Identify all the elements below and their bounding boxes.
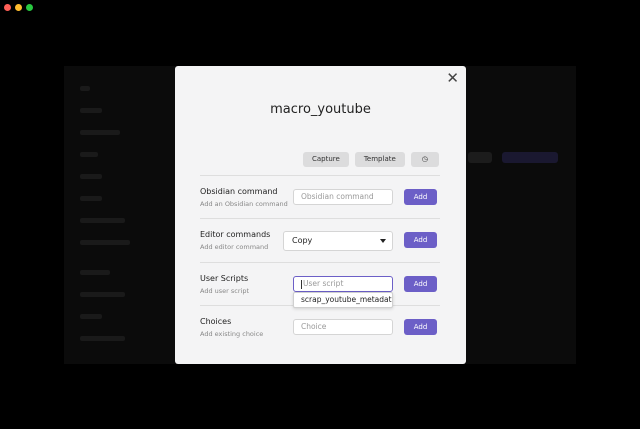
bg-decoration xyxy=(80,336,125,341)
choice-input[interactable]: Choice xyxy=(293,319,393,335)
bg-decoration xyxy=(80,174,102,179)
script-suggestion-item[interactable]: scrap_youtube_metadata xyxy=(293,292,393,308)
editor-commands-row: Editor commands Add editor command Copy … xyxy=(200,218,440,261)
row-description: Add existing choice xyxy=(200,330,264,338)
text-caret xyxy=(301,279,302,289)
choices-row: Choices Add existing choice Choice Add xyxy=(200,305,440,348)
bg-decoration xyxy=(80,130,120,135)
chevron-down-icon xyxy=(380,239,386,243)
obsidian-command-input[interactable]: Obsidian command xyxy=(293,189,393,205)
bg-decoration xyxy=(80,152,98,157)
select-value: Copy xyxy=(292,236,313,245)
bg-decoration xyxy=(502,152,558,163)
row-label: Editor commands xyxy=(200,230,271,239)
row-description: Add an Obsidian command xyxy=(200,200,288,208)
window-controls xyxy=(4,4,33,11)
close-window-button[interactable] xyxy=(4,4,11,11)
bg-decoration xyxy=(80,270,110,275)
modal-title: macro_youtube xyxy=(270,102,371,117)
bg-decoration xyxy=(80,218,125,223)
user-script-input[interactable]: User script xyxy=(293,276,393,292)
add-user-script-button[interactable]: Add xyxy=(404,276,437,292)
add-editor-command-button[interactable]: Add xyxy=(404,232,437,248)
obsidian-command-row: Obsidian command Add an Obsidian command… xyxy=(200,175,440,218)
row-label: User Scripts xyxy=(200,274,249,283)
bg-decoration xyxy=(468,152,492,163)
bg-decoration xyxy=(80,108,102,113)
tab-capture[interactable]: Capture xyxy=(303,152,349,167)
input-placeholder: User script xyxy=(303,279,344,288)
close-icon[interactable]: ✕ xyxy=(446,69,459,87)
row-description: Add user script xyxy=(200,287,250,295)
maximize-window-button[interactable] xyxy=(26,4,33,11)
tab-template[interactable]: Template xyxy=(354,152,405,167)
macro-settings-modal: ✕ macro_youtube Capture Template ◷ Obsid… xyxy=(175,66,466,364)
row-label: Obsidian command xyxy=(200,187,278,196)
clock-icon[interactable]: ◷ xyxy=(410,152,439,167)
add-obsidian-command-button[interactable]: Add xyxy=(404,189,437,205)
editor-command-select[interactable]: Copy xyxy=(283,231,393,251)
app-window: ✕ macro_youtube Capture Template ◷ Obsid… xyxy=(0,0,640,429)
bg-decoration xyxy=(80,314,102,319)
bg-decoration xyxy=(80,86,90,91)
bg-decoration xyxy=(80,292,125,297)
bg-decoration xyxy=(80,240,130,245)
bg-decoration xyxy=(80,196,102,201)
minimize-window-button[interactable] xyxy=(15,4,22,11)
row-description: Add editor command xyxy=(200,243,269,251)
row-label: Choices xyxy=(200,317,232,326)
add-choice-button[interactable]: Add xyxy=(404,319,437,335)
macro-tabs: Capture Template ◷ xyxy=(303,152,439,167)
